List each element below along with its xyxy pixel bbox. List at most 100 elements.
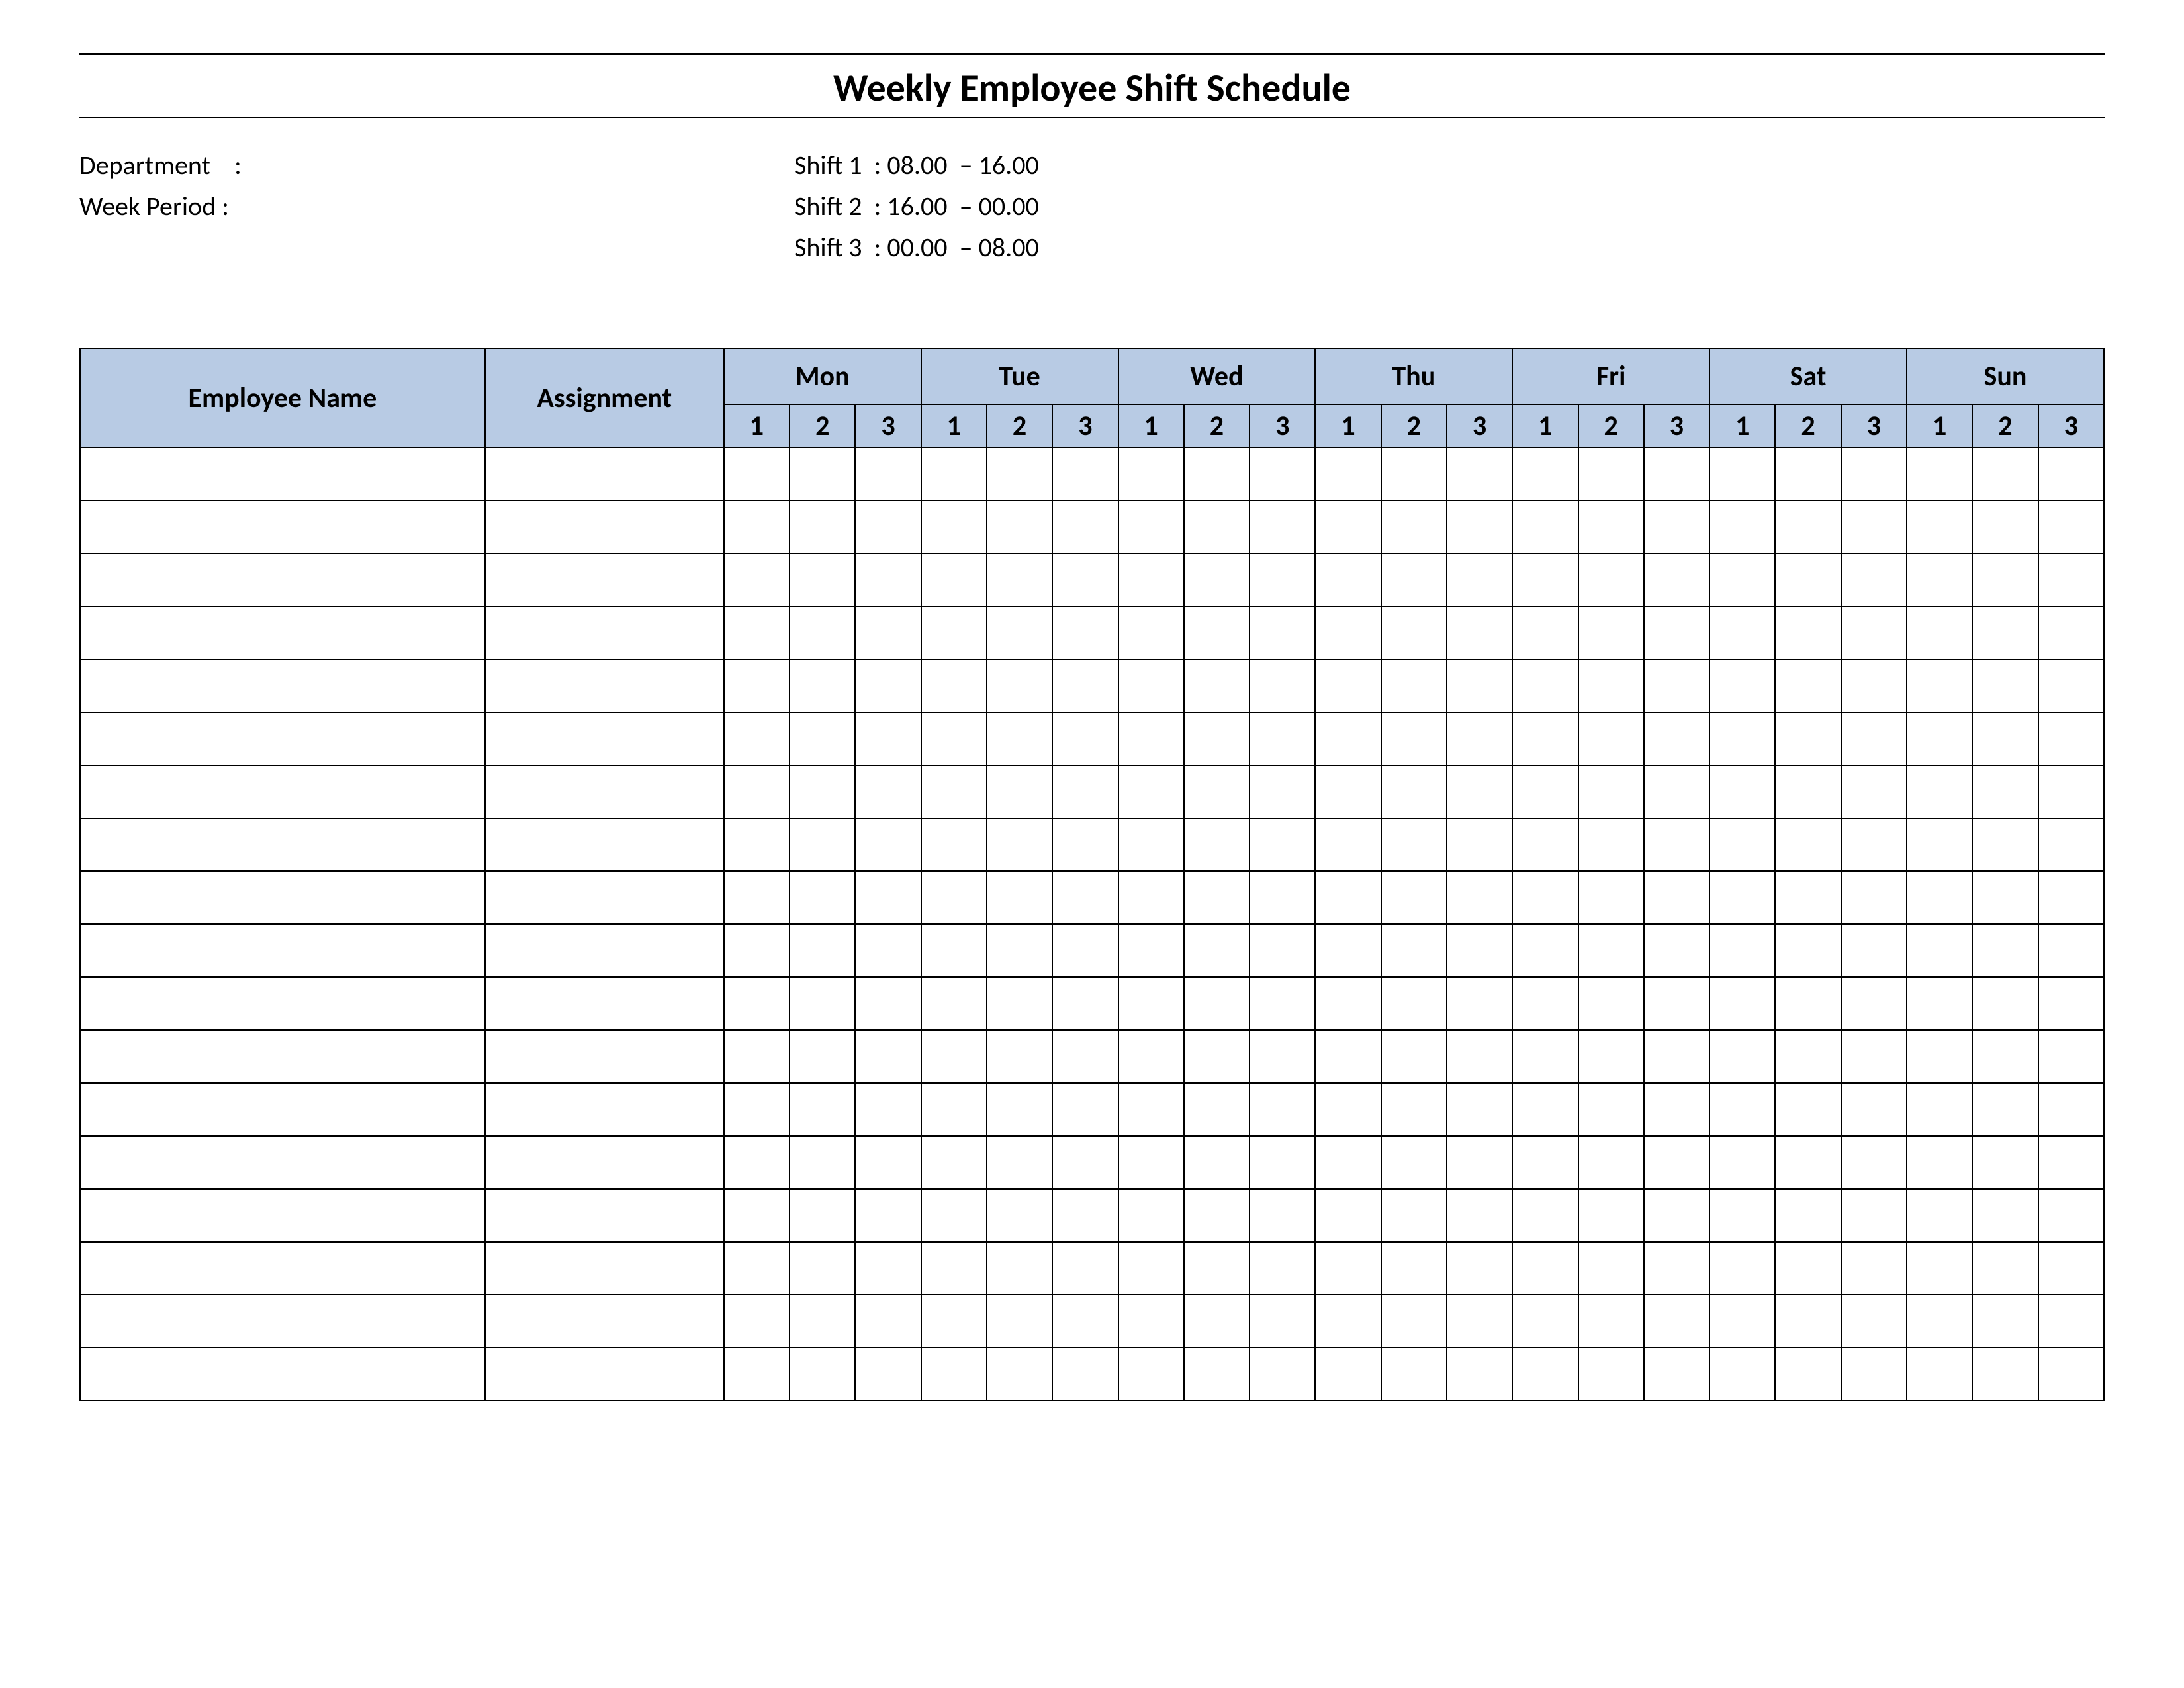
cell — [724, 1030, 790, 1083]
cell — [1709, 1295, 1775, 1348]
cell — [1841, 818, 1907, 871]
cell — [1381, 977, 1447, 1030]
cell — [1841, 871, 1907, 924]
cell — [485, 553, 724, 606]
shift3-value: 00.00 – 08.00 — [887, 231, 1038, 263]
cell — [1578, 606, 1644, 659]
cell — [1709, 1348, 1775, 1401]
title-rule-bottom — [79, 117, 2105, 118]
cell — [790, 1083, 855, 1136]
cell — [1315, 1189, 1381, 1242]
cell — [987, 1348, 1052, 1401]
cell — [1578, 1083, 1644, 1136]
cell — [485, 977, 724, 1030]
cell — [80, 1136, 485, 1189]
cell — [1250, 1136, 1315, 1189]
cell — [987, 1295, 1052, 1348]
cell — [724, 1189, 790, 1242]
cell — [1250, 712, 1315, 765]
cell — [724, 1136, 790, 1189]
shift3-row: Shift 3 : 00.00 – 08.00 — [794, 227, 1039, 268]
table-row — [80, 924, 2104, 977]
cell — [1052, 977, 1118, 1030]
cell — [1907, 606, 1972, 659]
cell — [1907, 871, 1972, 924]
cell — [855, 447, 921, 500]
cell — [921, 977, 987, 1030]
shift2-row: Shift 2 : 16.00 – 00.00 — [794, 186, 1039, 227]
shift2-value: 16.00 – 00.00 — [887, 190, 1038, 222]
cell — [1512, 1030, 1578, 1083]
cell — [1578, 977, 1644, 1030]
cell — [1184, 1030, 1250, 1083]
cell — [790, 924, 855, 977]
cell — [1841, 659, 1907, 712]
table-row — [80, 1030, 2104, 1083]
cell — [2038, 712, 2104, 765]
cell — [1907, 659, 1972, 712]
cell — [1184, 447, 1250, 500]
cell — [1447, 1083, 1512, 1136]
cell — [485, 1189, 724, 1242]
cell — [1381, 712, 1447, 765]
cell — [724, 924, 790, 977]
cell — [855, 1348, 921, 1401]
cell — [1644, 1136, 1709, 1189]
cell — [1578, 765, 1644, 818]
cell — [987, 1189, 1052, 1242]
cell — [1118, 765, 1184, 818]
cell — [1381, 606, 1447, 659]
cell — [1972, 1295, 2038, 1348]
cell — [1052, 818, 1118, 871]
cell — [1118, 1348, 1184, 1401]
cell — [485, 765, 724, 818]
cell — [1315, 924, 1381, 977]
col-wed-3: 3 — [1250, 404, 1315, 447]
cell — [80, 765, 485, 818]
cell — [1512, 553, 1578, 606]
header-row-1: Employee Name Assignment Mon Tue Wed Thu… — [80, 348, 2104, 404]
cell — [1315, 1348, 1381, 1401]
cell — [1775, 818, 1841, 871]
cell — [921, 712, 987, 765]
shift1-sep: : — [874, 149, 882, 181]
cell — [790, 765, 855, 818]
cell — [1775, 500, 1841, 553]
cell — [1578, 553, 1644, 606]
cell — [2038, 871, 2104, 924]
cell — [855, 1295, 921, 1348]
cell — [1775, 712, 1841, 765]
cell — [987, 1030, 1052, 1083]
cell — [2038, 765, 2104, 818]
cell — [80, 1083, 485, 1136]
cell — [1512, 1083, 1578, 1136]
cell — [1052, 871, 1118, 924]
table-row — [80, 1189, 2104, 1242]
cell — [1315, 1295, 1381, 1348]
cell — [790, 871, 855, 924]
cell — [1052, 606, 1118, 659]
table-row — [80, 447, 2104, 500]
cell — [724, 818, 790, 871]
cell — [1907, 977, 1972, 1030]
cell — [1775, 765, 1841, 818]
cell — [1184, 1348, 1250, 1401]
cell — [724, 1348, 790, 1401]
cell — [921, 606, 987, 659]
cell — [1184, 977, 1250, 1030]
cell — [1578, 1242, 1644, 1295]
cell — [1775, 1295, 1841, 1348]
col-fri-3: 3 — [1644, 404, 1709, 447]
cell — [921, 659, 987, 712]
cell — [1315, 1136, 1381, 1189]
cell — [1907, 1242, 1972, 1295]
col-wed-2: 2 — [1184, 404, 1250, 447]
cell — [1052, 1348, 1118, 1401]
cell — [855, 977, 921, 1030]
cell — [1447, 977, 1512, 1030]
cell — [1578, 447, 1644, 500]
cell — [1052, 1189, 1118, 1242]
cell — [1709, 606, 1775, 659]
cell — [1907, 1348, 1972, 1401]
cell — [1315, 818, 1381, 871]
